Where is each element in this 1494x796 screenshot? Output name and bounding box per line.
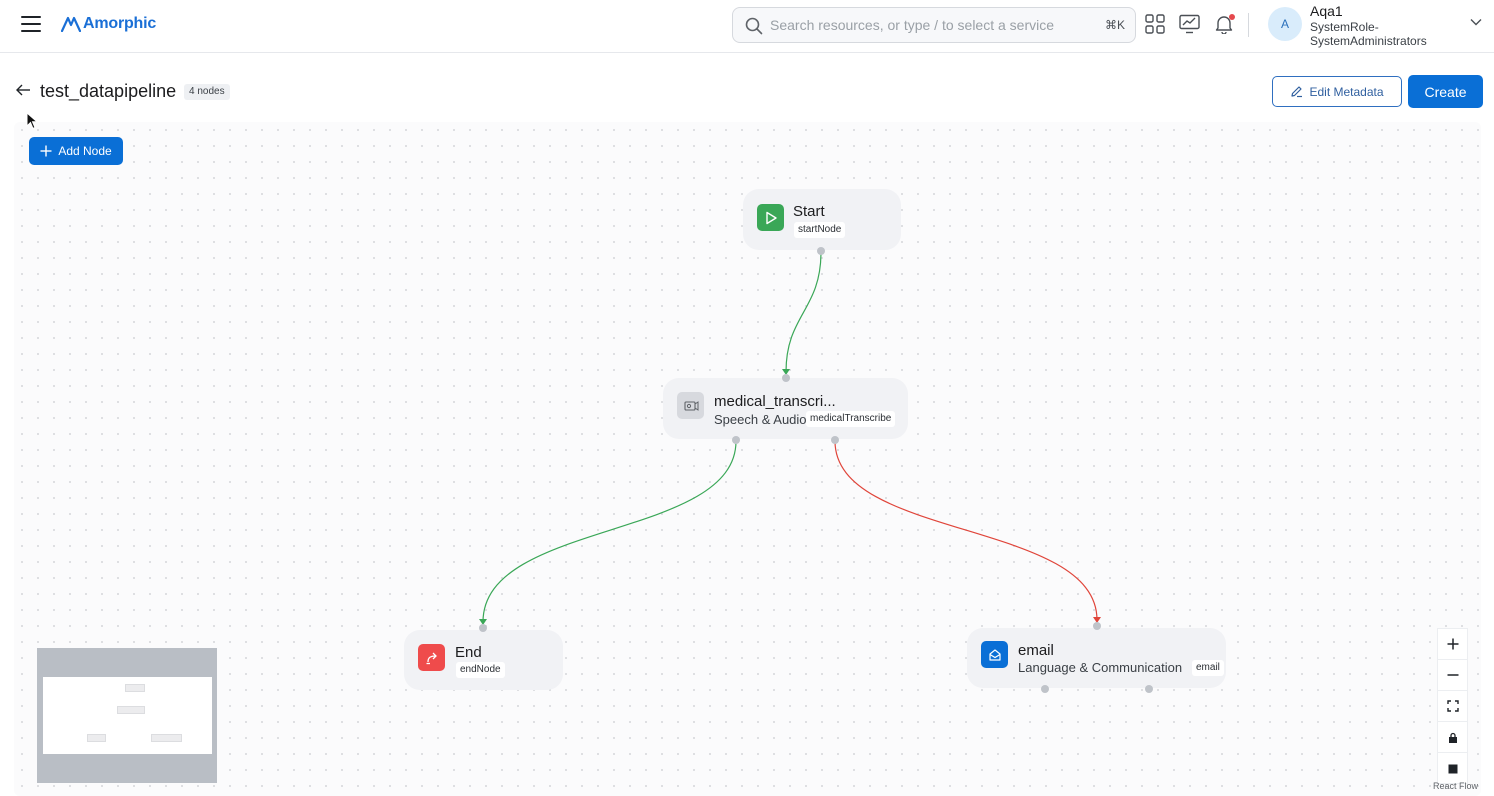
target-handle[interactable] — [782, 374, 790, 382]
edit-metadata-label: Edit Metadata — [1309, 84, 1384, 99]
zoom-out-icon[interactable] — [1438, 660, 1467, 691]
bell-icon[interactable] — [1214, 14, 1236, 36]
node-title: Start — [793, 203, 825, 220]
notification-dot — [1229, 14, 1235, 20]
stop-icon[interactable] — [1438, 753, 1467, 784]
play-icon — [757, 204, 784, 231]
minimap-node — [125, 684, 145, 692]
node-tag: startNode — [794, 222, 846, 238]
minimap-node — [151, 734, 182, 742]
minimap-node — [87, 734, 106, 742]
search-icon — [745, 17, 763, 35]
back-arrow-icon[interactable] — [15, 82, 31, 98]
target-handle[interactable] — [479, 624, 487, 632]
edit-metadata-button[interactable]: Edit Metadata — [1272, 76, 1402, 107]
page-title: test_datapipeline — [40, 81, 177, 101]
mail-icon — [981, 641, 1008, 668]
minimap[interactable] — [37, 648, 217, 783]
source-handle[interactable] — [831, 436, 839, 444]
pencil-icon — [1291, 86, 1303, 98]
node-title: End — [455, 644, 482, 661]
node-tag: medicalTranscribe — [806, 411, 896, 427]
monitor-chart-icon[interactable] — [1179, 14, 1201, 36]
source-handle[interactable] — [732, 436, 740, 444]
top-bar: Amorphic Search resources, or type / to … — [0, 0, 1494, 53]
source-handle[interactable] — [1041, 685, 1049, 693]
avatar[interactable]: A — [1268, 7, 1302, 41]
grid-icon[interactable] — [1145, 14, 1167, 36]
source-handle[interactable] — [1145, 685, 1153, 693]
zoom-in-icon[interactable] — [1438, 629, 1467, 660]
user-role: SystemRole-SystemAdministrators — [1310, 20, 1427, 48]
chevron-down-icon[interactable] — [1470, 18, 1482, 26]
node-tag: endNode — [456, 662, 505, 678]
node-title: email — [1018, 642, 1054, 659]
speech-audio-icon — [677, 392, 704, 419]
source-handle[interactable] — [817, 247, 825, 255]
node-email[interactable]: email Language & Communication email — [967, 628, 1226, 688]
amorphic-logo-icon — [61, 16, 81, 32]
user-name[interactable]: Aqa1 — [1310, 3, 1343, 19]
flow-controls — [1437, 628, 1468, 784]
app-logo[interactable]: Amorphic — [61, 11, 156, 37]
create-button[interactable]: Create — [1408, 75, 1483, 108]
react-flow-attribution[interactable]: React Flow — [1433, 781, 1478, 791]
search-input[interactable]: Search resources, or type / to select a … — [732, 7, 1136, 43]
mouse-cursor-icon — [26, 112, 38, 130]
node-start[interactable]: Start startNode — [743, 189, 901, 250]
node-subtitle: Language & Communication — [1018, 660, 1183, 675]
node-tag: email — [1192, 660, 1224, 676]
add-node-label: Add Node — [58, 144, 112, 158]
node-subtitle: Speech & Audio — [714, 412, 807, 427]
target-handle[interactable] — [1093, 622, 1101, 630]
node-end[interactable]: End endNode — [404, 630, 563, 690]
node-medical-transcribe[interactable]: medical_transcri... Speech & Audio medic… — [663, 378, 908, 439]
header-divider — [1248, 13, 1249, 37]
node-title: medical_transcri... — [714, 393, 836, 410]
node-count-badge: 4 nodes — [184, 84, 230, 100]
minimap-node — [117, 706, 145, 714]
logo-text: Amorphic — [83, 15, 157, 32]
lock-icon[interactable] — [1438, 722, 1467, 753]
add-node-button[interactable]: Add Node — [29, 137, 123, 165]
plus-icon — [40, 145, 52, 157]
search-placeholder: Search resources, or type / to select a … — [770, 17, 1055, 33]
menu-icon[interactable] — [21, 16, 41, 32]
search-shortcut: ⌘K — [1104, 18, 1125, 32]
fit-view-icon[interactable] — [1438, 691, 1467, 722]
exit-icon — [418, 644, 445, 671]
